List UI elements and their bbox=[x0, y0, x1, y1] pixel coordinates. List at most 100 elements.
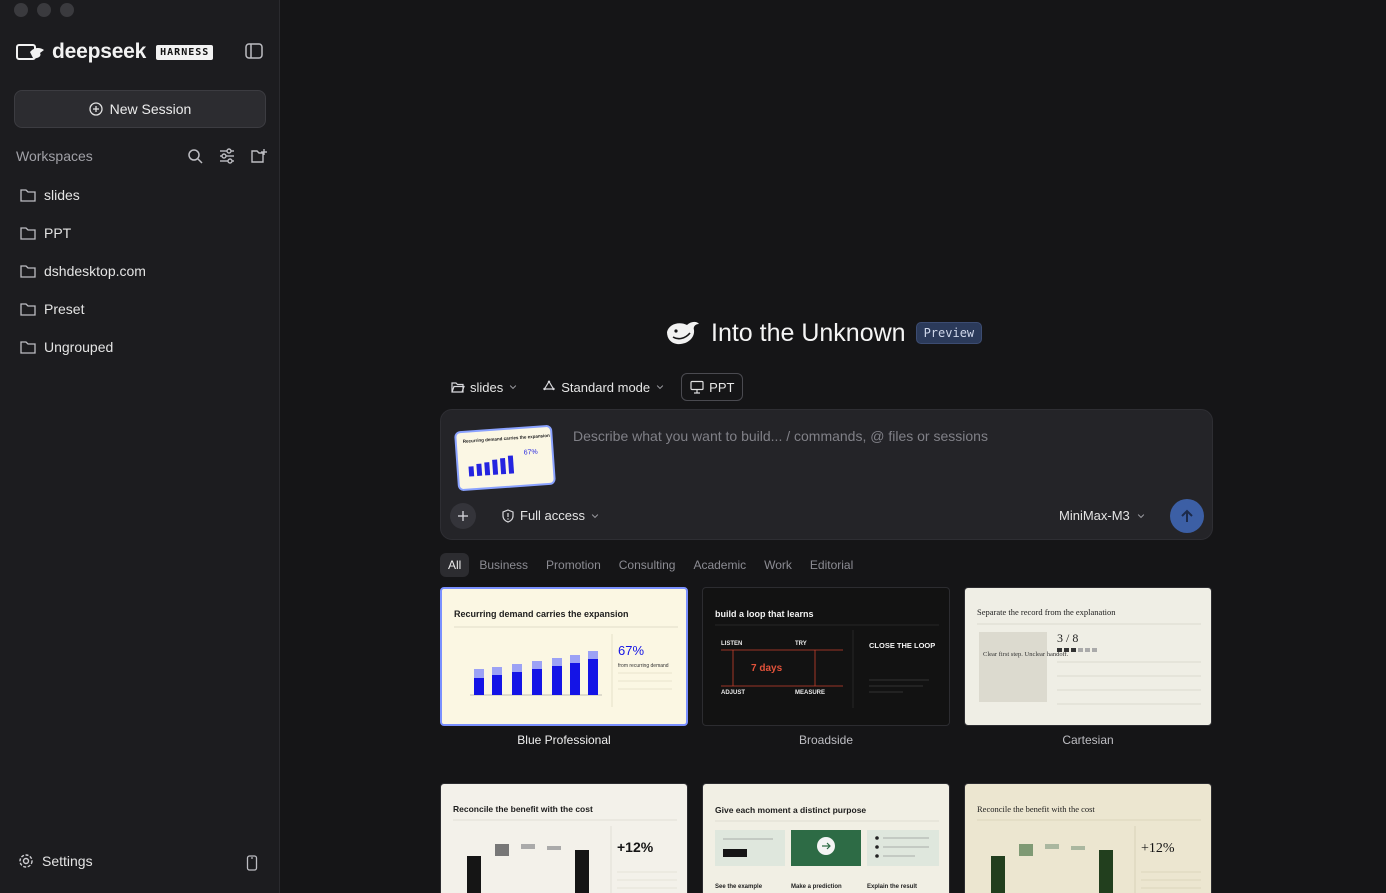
slide-title: Reconcile the benefit with the cost bbox=[453, 804, 593, 814]
workspace-item-preset[interactable]: Preset bbox=[14, 290, 266, 328]
context-chips: slides Standard mode PPT bbox=[443, 373, 744, 401]
model-selector[interactable]: MiniMax-M3 bbox=[1059, 508, 1146, 523]
workspace-label: PPT bbox=[44, 225, 72, 241]
tab-all[interactable]: All bbox=[440, 553, 470, 577]
slide-stat: +12% bbox=[1141, 841, 1175, 856]
template-preview: build a loop that learns LISTEN TRY ADJU… bbox=[702, 587, 950, 726]
svg-text:67%: 67% bbox=[523, 449, 537, 457]
gear-icon bbox=[19, 854, 33, 868]
slide-stat-caption: from recurring demand bbox=[618, 663, 669, 669]
brand: deepseek HARNESS bbox=[16, 40, 214, 64]
workspace-label: dshdesktop.com bbox=[44, 263, 146, 279]
send-button[interactable] bbox=[1170, 499, 1204, 533]
slide-title: Reconcile the benefit with the cost bbox=[977, 804, 1095, 814]
template-card-broadside[interactable]: build a loop that learns LISTEN TRY ADJU… bbox=[702, 587, 950, 747]
whale-logo-icon bbox=[16, 44, 44, 60]
mode-selector[interactable]: Standard mode bbox=[534, 373, 673, 401]
main-area: Into the Unknown Preview slides Standard… bbox=[281, 0, 1386, 893]
chevron-down-icon bbox=[591, 513, 599, 518]
sidebar: deepseek HARNESS New Session Workspaces bbox=[0, 0, 280, 893]
workspace-list: slides PPT dshdesktop.com Preset Ungroup… bbox=[14, 176, 266, 366]
template-preview: Separate the record from the explanation… bbox=[964, 587, 1212, 726]
window-controls bbox=[14, 3, 74, 17]
template-card-reconcile-green[interactable]: Reconcile the benefit with the cost +12% bbox=[964, 783, 1212, 893]
slide-title: Separate the record from the explanation bbox=[977, 607, 1116, 617]
template-gallery: Recurring demand carries the expansion 6… bbox=[440, 587, 1213, 893]
workspace-label: slides bbox=[44, 187, 80, 203]
slide-side-label: CLOSE THE LOOP bbox=[869, 641, 935, 650]
mobile-device-icon[interactable] bbox=[246, 855, 258, 871]
folder-icon bbox=[20, 303, 36, 316]
slide-title: Recurring demand carries the expansion bbox=[454, 609, 629, 619]
slide-center-label: 7 days bbox=[751, 663, 783, 674]
zoom-window-button[interactable] bbox=[60, 3, 74, 17]
recycle-icon bbox=[543, 380, 555, 391]
workspace-label: Preset bbox=[44, 301, 85, 317]
slide-caption: Make a prediction bbox=[791, 884, 842, 890]
sidebar-toggle-icon[interactable] bbox=[245, 43, 263, 59]
plus-circle-icon bbox=[88, 102, 103, 116]
slide-left-note: Clear first step. Unclear handoff. bbox=[983, 651, 1069, 658]
new-folder-icon[interactable] bbox=[250, 147, 268, 165]
folder-icon bbox=[20, 227, 36, 240]
tab-academic[interactable]: Academic bbox=[685, 553, 754, 577]
workspace-item-slides[interactable]: slides bbox=[14, 176, 266, 214]
presentation-icon bbox=[690, 380, 704, 394]
close-window-button[interactable] bbox=[14, 3, 28, 17]
settings-button[interactable]: Settings bbox=[18, 853, 93, 869]
slide-stat: +12% bbox=[617, 839, 654, 855]
ppt-toggle[interactable]: PPT bbox=[681, 373, 744, 401]
workspaces-header: Workspaces bbox=[16, 146, 268, 166]
search-icon[interactable] bbox=[186, 147, 204, 165]
tab-promotion[interactable]: Promotion bbox=[538, 553, 609, 577]
new-session-label: New Session bbox=[109, 101, 192, 117]
tab-business[interactable]: Business bbox=[471, 553, 536, 577]
mode-selector-label: Standard mode bbox=[561, 379, 651, 395]
template-card-distinct-purpose[interactable]: Give each moment a distinct purpose See … bbox=[702, 783, 950, 893]
chevron-down-icon bbox=[656, 385, 664, 390]
folder-icon bbox=[20, 341, 36, 354]
arrow-up-icon bbox=[1181, 509, 1193, 522]
attached-slide-thumbnail[interactable]: Recurring demand carries the expansion 6… bbox=[454, 424, 556, 492]
folder-selector[interactable]: slides bbox=[443, 373, 526, 401]
ppt-toggle-label: PPT bbox=[709, 379, 735, 395]
slide-title: Give each moment a distinct purpose bbox=[715, 805, 866, 815]
template-preview: Recurring demand carries the expansion 6… bbox=[440, 587, 688, 726]
template-preview: Reconcile the benefit with the cost +12% bbox=[964, 783, 1212, 893]
workspace-item-dshdesktop[interactable]: dshdesktop.com bbox=[14, 252, 266, 290]
folder-selector-label: slides bbox=[470, 379, 504, 395]
prompt-input[interactable] bbox=[573, 428, 1193, 444]
template-name: Cartesian bbox=[1062, 733, 1114, 747]
folder-open-icon bbox=[451, 382, 465, 393]
template-card-reconcile-light[interactable]: Reconcile the benefit with the cost +12% bbox=[440, 783, 688, 893]
add-attachment-button[interactable] bbox=[450, 503, 476, 529]
workspace-label: Ungrouped bbox=[44, 339, 114, 355]
page-title: Into the Unknown bbox=[711, 318, 906, 347]
slide-caption: Explain the result bbox=[867, 884, 917, 890]
access-label: Full access bbox=[520, 508, 586, 523]
shield-icon bbox=[502, 508, 514, 523]
folder-icon bbox=[20, 265, 36, 278]
slide-stat: 67% bbox=[618, 643, 644, 658]
template-card-blue-professional[interactable]: Recurring demand carries the expansion 6… bbox=[440, 587, 688, 747]
slide-step: TRY bbox=[795, 641, 807, 647]
tab-consulting[interactable]: Consulting bbox=[611, 553, 684, 577]
minimize-window-button[interactable] bbox=[37, 3, 51, 17]
new-session-button[interactable]: New Session bbox=[14, 90, 266, 128]
tab-work[interactable]: Work bbox=[756, 553, 800, 577]
access-selector[interactable]: Full access bbox=[501, 508, 600, 523]
composer: Recurring demand carries the expansion 6… bbox=[440, 409, 1213, 540]
preview-badge: Preview bbox=[915, 322, 983, 344]
filter-sliders-icon[interactable] bbox=[218, 147, 236, 165]
workspace-item-ungrouped[interactable]: Ungrouped bbox=[14, 328, 266, 366]
template-preview: Give each moment a distinct purpose See … bbox=[702, 783, 950, 893]
template-card-cartesian[interactable]: Separate the record from the explanation… bbox=[964, 587, 1212, 747]
brand-name: deepseek bbox=[52, 40, 147, 63]
slide-step: LISTEN bbox=[721, 641, 742, 647]
workspace-item-ppt[interactable]: PPT bbox=[14, 214, 266, 252]
slide-step: MEASURE bbox=[795, 690, 825, 696]
chevron-down-icon bbox=[510, 385, 517, 390]
tab-editorial[interactable]: Editorial bbox=[802, 553, 861, 577]
template-name: Blue Professional bbox=[517, 733, 611, 747]
template-name: Broadside bbox=[798, 733, 854, 747]
